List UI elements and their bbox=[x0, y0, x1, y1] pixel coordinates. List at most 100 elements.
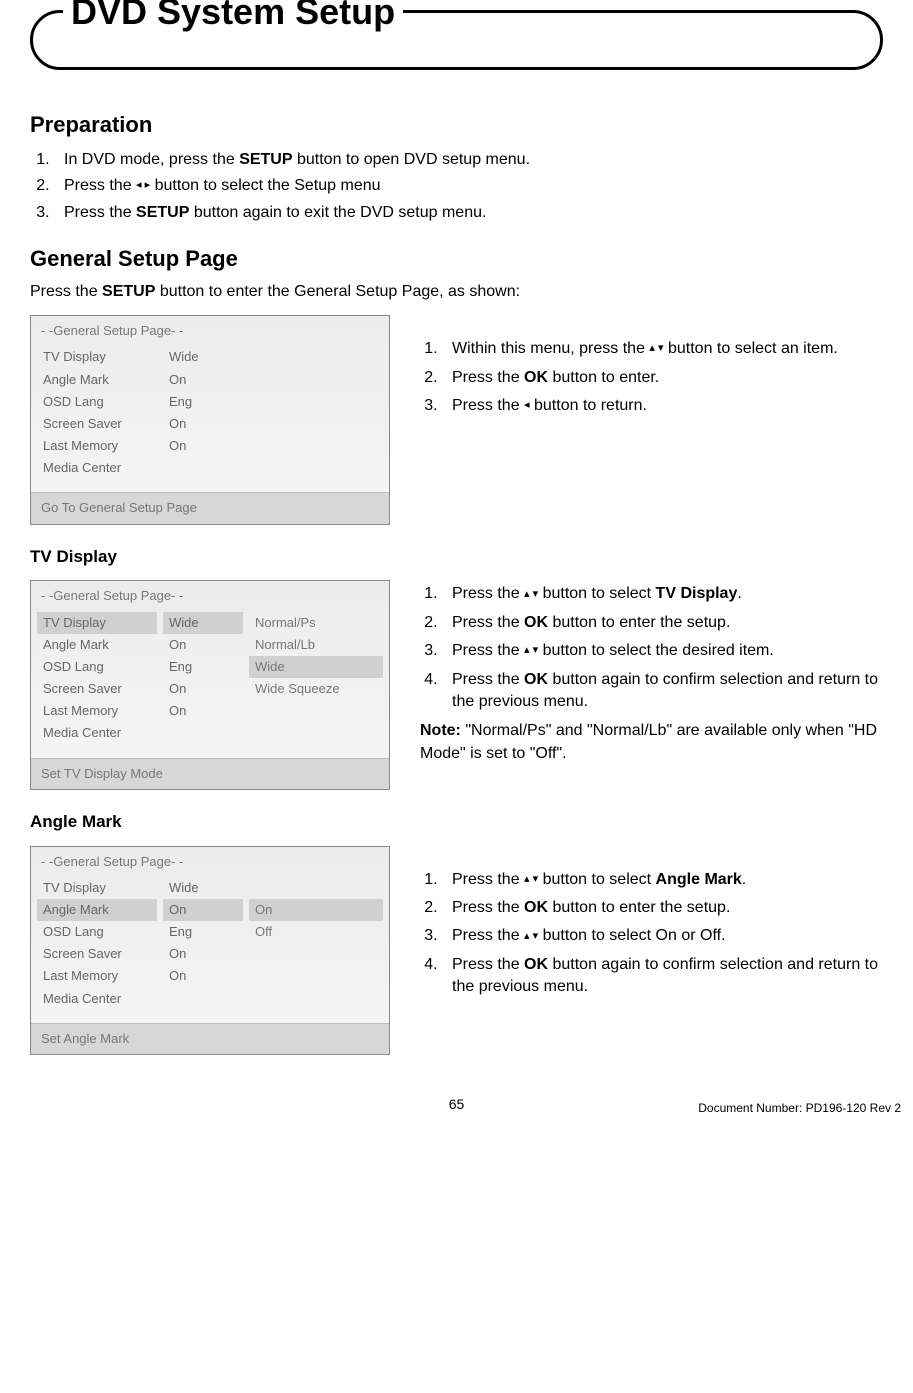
text: button to enter the setup. bbox=[548, 614, 730, 631]
menu-value: Wide bbox=[163, 877, 243, 899]
menu-body: TV Display Angle Mark OSD Lang Screen Sa… bbox=[31, 873, 389, 1023]
text: button to select the desired item. bbox=[538, 642, 774, 659]
step: Within this menu, press the ▴ ▾ button t… bbox=[442, 335, 883, 363]
menu-label-selected: TV Display bbox=[37, 612, 157, 634]
text: button to open DVD setup menu. bbox=[293, 151, 530, 168]
menu-value bbox=[163, 457, 243, 461]
menu-label: Angle Mark bbox=[37, 634, 157, 656]
text: button to select an item. bbox=[664, 340, 838, 357]
menu-option bbox=[249, 877, 383, 899]
menu-label: Screen Saver bbox=[37, 943, 157, 965]
step: Press the OK button to enter the setup. bbox=[442, 894, 883, 922]
text: Press the bbox=[452, 956, 524, 973]
menu-options: Normal/Ps Normal/Lb Wide Wide Squeeze bbox=[249, 612, 383, 754]
menu-value: On bbox=[163, 435, 243, 457]
text: In DVD mode, press the bbox=[64, 151, 239, 168]
menu-values: Wide On Eng On On bbox=[163, 877, 243, 1019]
menu-value: On bbox=[163, 634, 243, 656]
menu-label: OSD Lang bbox=[37, 656, 157, 678]
text: button to select On or Off. bbox=[538, 927, 725, 944]
menu-value: On bbox=[163, 943, 243, 965]
up-down-arrow-icon: ▴ ▾ bbox=[524, 645, 538, 656]
text: button to select the Setup menu bbox=[150, 177, 380, 194]
preparation-list: In DVD mode, press the SETUP button to o… bbox=[30, 147, 883, 226]
text: Press the bbox=[452, 585, 524, 602]
menu-value bbox=[163, 722, 243, 726]
menu-value: On bbox=[163, 678, 243, 700]
menu-value: On bbox=[163, 369, 243, 391]
setup-bold: SETUP bbox=[102, 283, 155, 300]
menu-label: OSD Lang bbox=[37, 391, 157, 413]
menu-label: Last Memory bbox=[37, 700, 157, 722]
menu-value: On bbox=[163, 413, 243, 435]
steps-tvdisplay: Press the ▴ ▾ button to select TV Displa… bbox=[420, 580, 883, 765]
menu-footer: Go To General Setup Page bbox=[31, 492, 389, 523]
step: Press the ◂ button to return. bbox=[442, 392, 883, 420]
text: button to enter the General Setup Page, … bbox=[155, 283, 520, 300]
step: Press the OK button to enter the setup. bbox=[442, 609, 883, 637]
text: Press the bbox=[452, 899, 524, 916]
text: Press the bbox=[452, 871, 524, 888]
page-title: DVD System Setup bbox=[71, 0, 395, 37]
menu-label: OSD Lang bbox=[37, 921, 157, 943]
menu-label: Screen Saver bbox=[37, 678, 157, 700]
steps-angle: Press the ▴ ▾ button to select Angle Mar… bbox=[420, 846, 883, 1002]
text: Press the bbox=[452, 927, 524, 944]
menu-value-selected: Wide bbox=[163, 612, 243, 634]
text: button to enter the setup. bbox=[548, 899, 730, 916]
up-down-arrow-icon: ▴ ▾ bbox=[524, 931, 538, 942]
menu-body: TV Display Angle Mark OSD Lang Screen Sa… bbox=[31, 608, 389, 758]
step: Press the ▴ ▾ button to select Angle Mar… bbox=[442, 866, 883, 894]
steps-general: Within this menu, press the ▴ ▾ button t… bbox=[420, 315, 883, 420]
menu-label: Angle Mark bbox=[37, 369, 157, 391]
menu-labels: TV Display Angle Mark OSD Lang Screen Sa… bbox=[37, 612, 157, 754]
menu-footer: Set TV Display Mode bbox=[31, 758, 389, 789]
menu-label: Last Memory bbox=[37, 965, 157, 987]
menu-option: Wide Squeeze bbox=[249, 678, 383, 700]
menu-values: Wide On Eng On On bbox=[163, 346, 243, 488]
menu-option: Normal/Ps bbox=[249, 612, 383, 634]
setup-bold: SETUP bbox=[136, 204, 189, 221]
prep-step-1: In DVD mode, press the SETUP button to o… bbox=[54, 147, 883, 173]
title-frame: DVD System Setup bbox=[30, 10, 883, 70]
text: Within this menu, press the bbox=[452, 340, 649, 357]
menu-value: Wide bbox=[163, 346, 243, 368]
document-number: Document Number: PD196-120 Rev 2 bbox=[698, 1100, 901, 1117]
row-general: - -General Setup Page- - TV Display Angl… bbox=[30, 315, 883, 524]
menu-label: TV Display bbox=[37, 877, 157, 899]
menu-screenshot-tvdisplay: - -General Setup Page- - TV Display Angl… bbox=[30, 580, 390, 789]
menu-value: On bbox=[163, 700, 243, 722]
ok-bold: OK bbox=[524, 956, 548, 973]
text: button again to exit the DVD setup menu. bbox=[189, 204, 486, 221]
general-heading: General Setup Page bbox=[30, 244, 883, 275]
menu-label: Last Memory bbox=[37, 435, 157, 457]
menu-label: Media Center bbox=[37, 457, 157, 479]
ok-bold: OK bbox=[524, 369, 548, 386]
text: button to select bbox=[538, 871, 655, 888]
menu-value: Eng bbox=[163, 921, 243, 943]
ok-bold: OK bbox=[524, 614, 548, 631]
menu-labels: TV Display Angle Mark OSD Lang Screen Sa… bbox=[37, 877, 157, 1019]
menu-label: Media Center bbox=[37, 988, 157, 1010]
menu-title: - -General Setup Page- - bbox=[31, 847, 389, 873]
text: Press the bbox=[64, 177, 136, 194]
title-wrap: DVD System Setup bbox=[63, 0, 403, 37]
text: Press the bbox=[64, 204, 136, 221]
menu-label: Media Center bbox=[37, 722, 157, 744]
text: . bbox=[737, 585, 741, 602]
menu-option: Off bbox=[249, 921, 383, 943]
menu-title: - -General Setup Page- - bbox=[31, 316, 389, 342]
menu-option-selected: Wide bbox=[249, 656, 383, 678]
angle-mark-subhead: Angle Mark bbox=[30, 810, 883, 834]
step-list: Press the ▴ ▾ button to select TV Displa… bbox=[420, 580, 883, 716]
step: Press the ▴ ▾ button to select the desir… bbox=[442, 637, 883, 665]
step: Press the ▴ ▾ button to select TV Displa… bbox=[442, 580, 883, 608]
menu-option: Normal/Lb bbox=[249, 634, 383, 656]
menu-body: TV Display Angle Mark OSD Lang Screen Sa… bbox=[31, 342, 389, 492]
preparation-heading: Preparation bbox=[30, 110, 883, 141]
menu-value: On bbox=[163, 965, 243, 987]
text: Press the bbox=[452, 642, 524, 659]
text: . bbox=[742, 871, 746, 888]
text: button to return. bbox=[530, 397, 647, 414]
text: button to enter. bbox=[548, 369, 659, 386]
